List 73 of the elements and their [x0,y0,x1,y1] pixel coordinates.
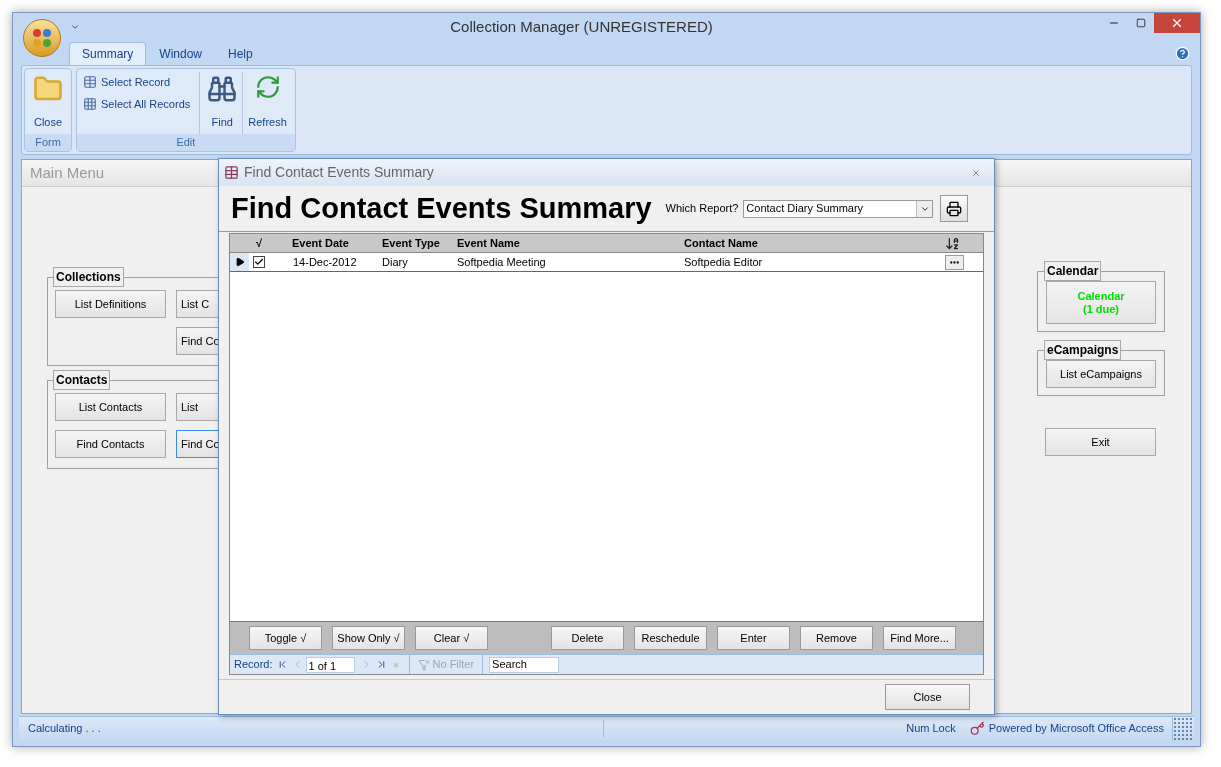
report-select[interactable]: Contact Diary Summary [743,199,934,218]
form-heading: Find Contact Events Summary [231,190,652,226]
record-selector[interactable] [230,253,249,271]
ribbon-button[interactable]: Close [28,72,68,134]
ribbon-tab[interactable]: Summary [69,42,147,65]
status-text: Calculating . . . [19,720,604,737]
filter-icon[interactable] [417,658,430,671]
ribbon-button[interactable]: Refresh [243,72,292,134]
group-title: Calendar [1044,261,1102,281]
group-title: Contacts [53,370,111,390]
more-button[interactable] [945,254,964,270]
table-cell-text: Softpedia Meeting [456,254,547,270]
group-label: Edit [77,134,295,151]
checkbox[interactable] [253,256,265,268]
column-header: Event Name [456,235,521,251]
group-label: Form [25,134,71,151]
table-cell-text: Softpedia Editor [683,254,764,270]
action-button[interactable]: Delete [551,626,624,650]
menu-button[interactable]: List eCampaigns [1046,360,1156,388]
current-record-icon [234,257,245,267]
menu-button[interactable]: Find Contacts [55,430,166,458]
num-lock-indicator: Num Lock [906,721,956,737]
close-icon [1170,16,1184,30]
close-button[interactable]: Close [885,684,970,710]
quick-access-caret-icon[interactable] [70,22,80,32]
print-button[interactable] [940,195,969,222]
action-button[interactable]: Show Only √ [332,626,405,650]
menu-button[interactable]: List Definitions [55,290,166,318]
action-button[interactable]: Find More... [883,626,956,650]
sort-icon[interactable] [945,235,960,251]
menu-button[interactable]: List Contacts [55,393,166,421]
maximize-icon [1135,18,1146,28]
ribbon-button[interactable]: Find [202,72,244,134]
grid-icon [83,97,97,111]
search-field[interactable]: Search [489,656,560,673]
record-position-field[interactable]: 1 of 1 [305,656,355,673]
printer-icon [946,200,963,217]
window-title: Collection Manager (UNREGISTERED) [450,16,713,37]
exit-button[interactable]: Exit [1045,428,1156,456]
column-header: Event Type [381,235,441,251]
check-icon [254,257,264,267]
menu-button[interactable]: List [176,393,218,421]
panel-title: Main Menu [30,162,105,183]
group-title: eCampaigns [1044,340,1122,360]
group-title: Collections [53,267,124,287]
ribbon-button[interactable]: Select Record [80,72,194,92]
column-header: Event Date [291,235,350,251]
help-icon[interactable] [1175,46,1190,61]
report-label: Which Report? [665,201,739,217]
action-button[interactable]: Remove [800,626,873,650]
powered-by-text: Powered by Microsoft Office Access [988,721,1164,737]
action-button[interactable]: Enter [717,626,790,650]
close-button[interactable] [1154,13,1200,33]
close-icon[interactable] [971,167,981,178]
key-icon [969,721,985,736]
table-icon [83,75,97,89]
refresh-icon [254,74,281,100]
ribbon-button[interactable]: Select All Records [80,94,194,114]
office-logo-icon[interactable] [23,19,61,57]
table-cell-text: Diary [381,254,409,270]
binoculars-icon [207,74,238,104]
action-button[interactable]: Toggle √ [249,626,322,650]
ribbon-tab[interactable]: Help [215,42,266,65]
ribbon-tab[interactable]: Window [146,42,216,65]
column-header: √ [254,235,263,251]
table-cell-text: 14-Dec-2012 [292,254,358,270]
action-button[interactable]: Reschedule [634,626,707,650]
dialog-title: Find Contact Events Summary [244,163,435,182]
resize-grip-icon[interactable] [1172,717,1194,740]
record-label: Record: [233,657,273,673]
column-header: Contact Name [683,235,759,251]
menu-button[interactable]: List C [176,290,218,318]
action-button[interactable]: Clear √ [415,626,488,650]
